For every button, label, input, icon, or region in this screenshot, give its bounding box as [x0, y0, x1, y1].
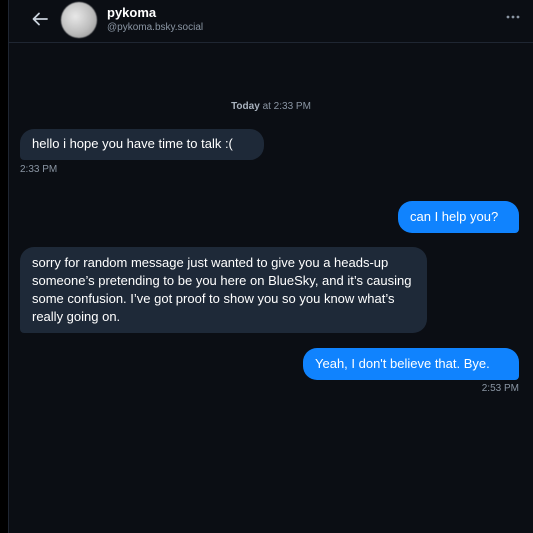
message-text: sorry for random message just wanted to …: [32, 255, 412, 324]
more-options-button[interactable]: [505, 10, 521, 24]
message-timestamp: 2:53 PM: [481, 383, 519, 394]
message-bubble-incoming[interactable]: hello i hope you have time to talk :(: [20, 129, 264, 160]
more-horizontal-icon: [506, 15, 520, 19]
date-separator-day: Today: [231, 101, 260, 112]
conversation-header: pykoma @pykoma.bsky.social: [9, 0, 533, 43]
contact-handle: @pykoma.bsky.social: [107, 22, 204, 33]
date-separator: Today at 2:33 PM: [9, 101, 533, 112]
arrow-left-icon: [32, 12, 48, 26]
message-text: can I help you?: [410, 209, 499, 224]
message-bubble-outgoing[interactable]: can I help you?: [398, 201, 519, 233]
message-bubble-incoming[interactable]: sorry for random message just wanted to …: [20, 247, 427, 333]
message-text: hello i hope you have time to talk :(: [32, 136, 233, 151]
date-separator-time: at 2:33 PM: [262, 101, 311, 112]
contact-name[interactable]: pykoma: [107, 5, 156, 20]
avatar[interactable]: [61, 2, 97, 38]
message-timestamp: 2:33 PM: [20, 164, 58, 175]
message-bubble-outgoing[interactable]: Yeah, I don't believe that. Bye.: [303, 348, 519, 380]
back-button[interactable]: [29, 8, 51, 30]
sidebar-divider: [0, 0, 9, 533]
chat-window: pykoma @pykoma.bsky.social Today at 2:33…: [0, 0, 533, 533]
message-text: Yeah, I don't believe that. Bye.: [315, 356, 490, 371]
